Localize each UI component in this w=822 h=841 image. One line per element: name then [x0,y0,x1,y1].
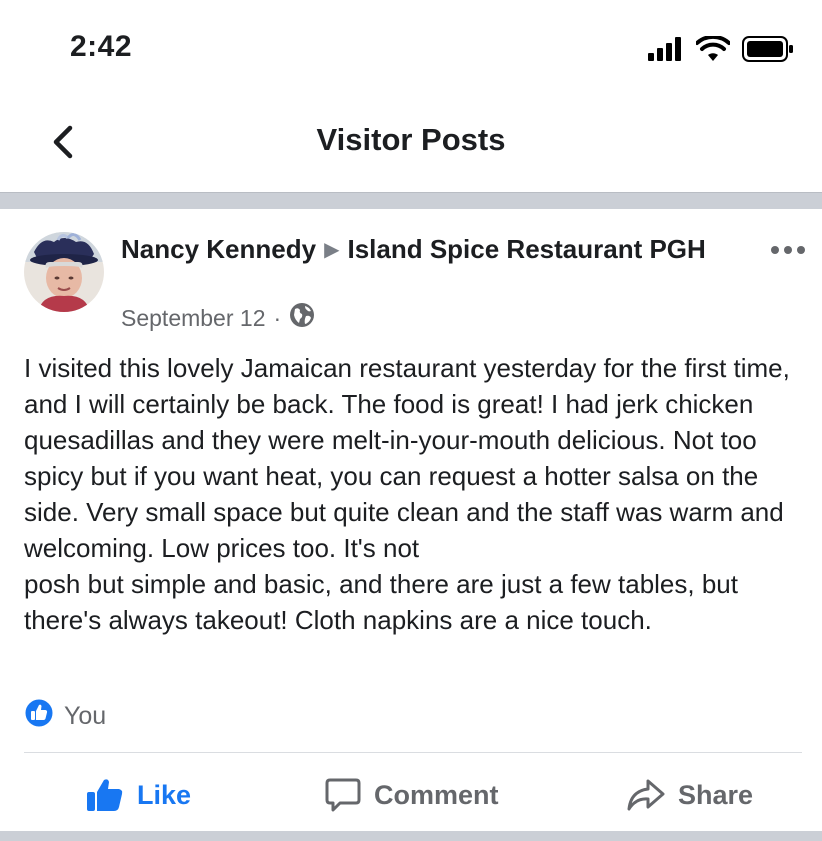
reactions-text: You [64,702,107,730]
share-label: Share [678,779,754,810]
nav-bar: Visitor Posts [0,100,822,192]
share-button[interactable]: Share [626,760,753,830]
post-meta: September 12 · [121,302,315,334]
thumbs-up-icon [87,779,123,811]
signal-icon [648,37,684,66]
ellipsis-icon [771,246,805,254]
wifi-icon [695,34,731,67]
reactions-summary[interactable]: You [24,698,106,735]
comment-icon [325,778,361,812]
status-time: 2:42 [70,30,133,63]
like-label: Like [137,779,192,810]
bottom-divider [0,831,822,841]
post-date[interactable]: September 12 [121,305,265,332]
author-name[interactable]: Nancy Kennedy [121,234,316,264]
share-arrow-icon [627,779,665,811]
section-divider [0,192,822,209]
post-body: I visited this lovely Jamaican restauran… [24,350,809,638]
comment-label: Comment [374,779,499,810]
status-bar: 2:42 [0,0,822,100]
actions-divider [24,752,802,753]
comment-button[interactable]: Comment [324,760,499,830]
battery-icon [742,36,794,67]
globe-icon [289,302,315,334]
action-bar: Like Comment Share [0,760,822,830]
more-options-button[interactable] [768,236,808,264]
like-reaction-icon [24,698,54,735]
target-page-link[interactable]: Island Spice Restaurant PGH [347,234,705,264]
meta-separator: · [273,304,282,331]
post-header: Nancy Kennedy ▶ Island Spice Restaurant PG… [121,232,721,267]
like-button[interactable]: Like [85,760,191,830]
page-title: Visitor Posts [316,122,506,157]
status-icons [648,34,794,67]
post-body-text: I visited this lovely Jamaican restauran… [24,353,790,635]
avatar[interactable] [24,232,104,312]
play-arrow-icon: ▶ [324,239,340,261]
